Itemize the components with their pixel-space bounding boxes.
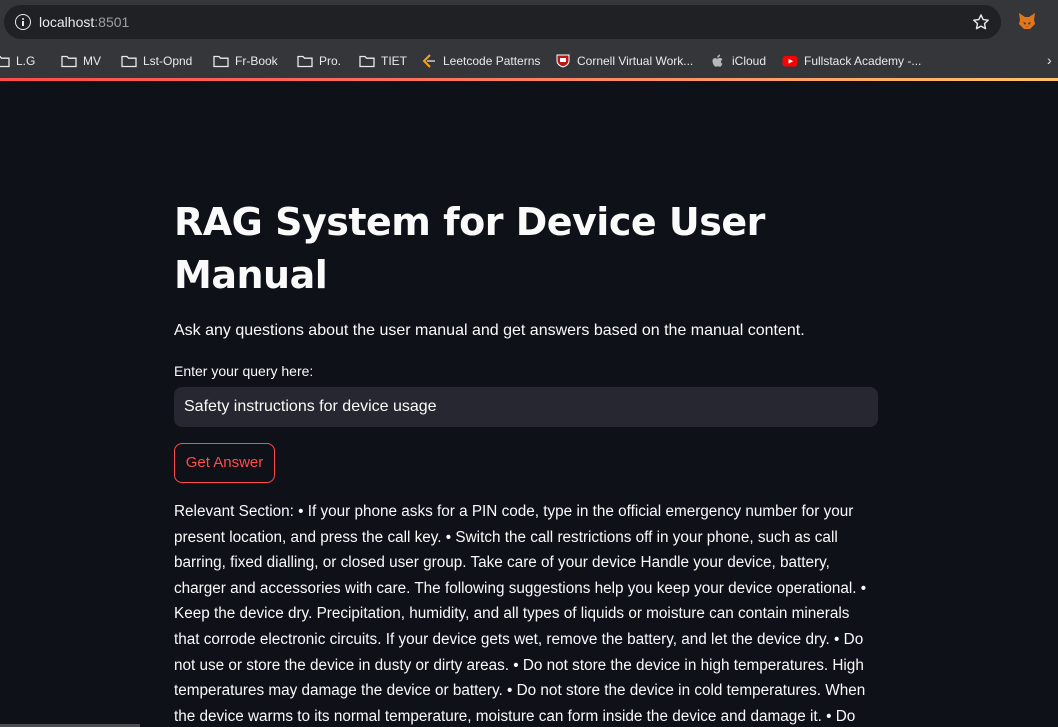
address-bar[interactable]: localhost:8501 [4, 5, 1001, 39]
bookmark-item[interactable]: iCloud [710, 52, 766, 70]
metamask-fox-icon[interactable] [1017, 11, 1037, 31]
folder-icon [61, 54, 77, 68]
bookmark-label: Fullstack Academy -... [804, 54, 922, 68]
cornell-icon [555, 54, 571, 68]
bookmark-label: L.G [16, 54, 36, 68]
url-port: :8501 [94, 14, 130, 30]
folder-icon [0, 54, 10, 68]
get-answer-button[interactable]: Get Answer [174, 443, 275, 483]
bookmark-item[interactable]: Fr-Book [213, 52, 278, 70]
bookmark-label: MV [83, 54, 101, 68]
bookmark-item[interactable]: Lst-Opnd [121, 52, 192, 70]
bookmark-item[interactable]: Pro. [297, 52, 341, 70]
browser-toolbar: localhost:8501 [0, 0, 1058, 44]
leetcode-icon [421, 54, 437, 68]
site-info-icon[interactable] [15, 14, 31, 30]
folder-icon [359, 54, 375, 68]
bookmark-label: Leetcode Patterns [443, 54, 541, 68]
bookmark-label: iCloud [732, 54, 767, 68]
folder-icon [213, 54, 229, 68]
bookmarks-bar: L.G MV Lst-Opnd Fr-Book Pro. TIET Leetcode Pat… [0, 44, 1058, 78]
bookmark-item[interactable]: MV [61, 52, 101, 70]
folder-icon [121, 54, 137, 68]
bookmark-item[interactable]: Cornell Virtual Work... [555, 52, 693, 70]
bookmark-label: Lst-Opnd [143, 54, 193, 68]
answer-text: Relevant Section: • If your phone asks f… [174, 503, 867, 725]
bookmark-item[interactable]: TIET [359, 52, 407, 70]
query-input[interactable] [174, 387, 878, 427]
bookmarks-overflow-chevron[interactable]: › [1047, 52, 1052, 68]
query-label: Enter your query here: [174, 363, 314, 379]
bookmark-label: Cornell Virtual Work... [577, 54, 694, 68]
page-title: RAG System for Device User Manual [174, 200, 765, 297]
page-description: Ask any questions about the user manual … [174, 322, 805, 339]
bookmark-star-icon[interactable] [971, 12, 991, 32]
bookmark-label: Pro. [319, 54, 342, 68]
bookmark-item[interactable]: L.G [0, 52, 35, 70]
bookmark-label: Fr-Book [235, 54, 278, 68]
bookmark-item[interactable]: Fullstack Academy -... [782, 52, 921, 70]
apple-icon [710, 54, 726, 68]
youtube-icon [782, 54, 798, 68]
url-text[interactable]: localhost:8501 [39, 13, 129, 31]
bookmark-item[interactable]: Leetcode Patterns [421, 52, 540, 70]
app-container: RAG System for Device User Manual Ask an… [0, 81, 1058, 727]
folder-icon [297, 54, 313, 68]
bookmark-label: TIET [381, 54, 407, 68]
url-host: localhost [39, 14, 95, 30]
